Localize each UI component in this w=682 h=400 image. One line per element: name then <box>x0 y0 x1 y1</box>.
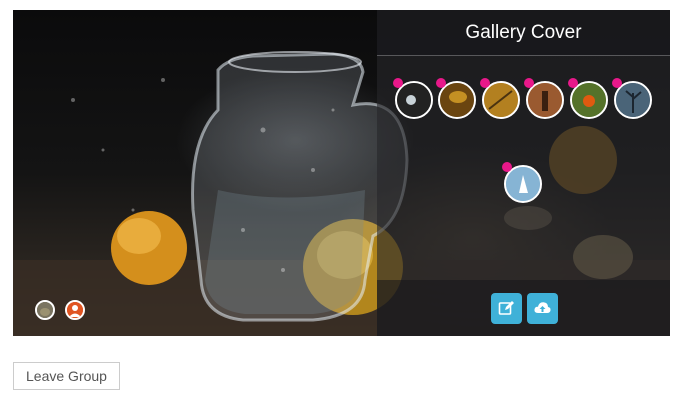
cat-avatar-icon <box>37 302 53 318</box>
leave-group-button[interactable]: Leave Group <box>13 362 120 390</box>
selected-indicator <box>436 78 446 88</box>
person-avatar-icon <box>67 302 83 318</box>
member-avatar-cat[interactable] <box>35 300 55 320</box>
upload-button[interactable] <box>527 293 558 324</box>
selected-indicator <box>393 78 403 88</box>
selected-indicator <box>568 78 578 88</box>
gallery-cover-panel: Gallery Cover <box>377 10 670 336</box>
panel-actions <box>377 280 670 336</box>
selected-indicator <box>480 78 490 88</box>
edit-button[interactable] <box>491 293 522 324</box>
gallery-cover-image: Gallery Cover <box>13 10 670 336</box>
cloud-upload-icon <box>534 302 551 313</box>
selected-indicator <box>524 78 534 88</box>
edit-icon <box>498 301 514 315</box>
member-avatar-default[interactable] <box>65 300 85 320</box>
panel-title: Gallery Cover <box>377 10 670 56</box>
thumbnail-list <box>391 78 657 221</box>
selected-indicator <box>502 162 512 172</box>
selected-indicator <box>612 78 622 88</box>
